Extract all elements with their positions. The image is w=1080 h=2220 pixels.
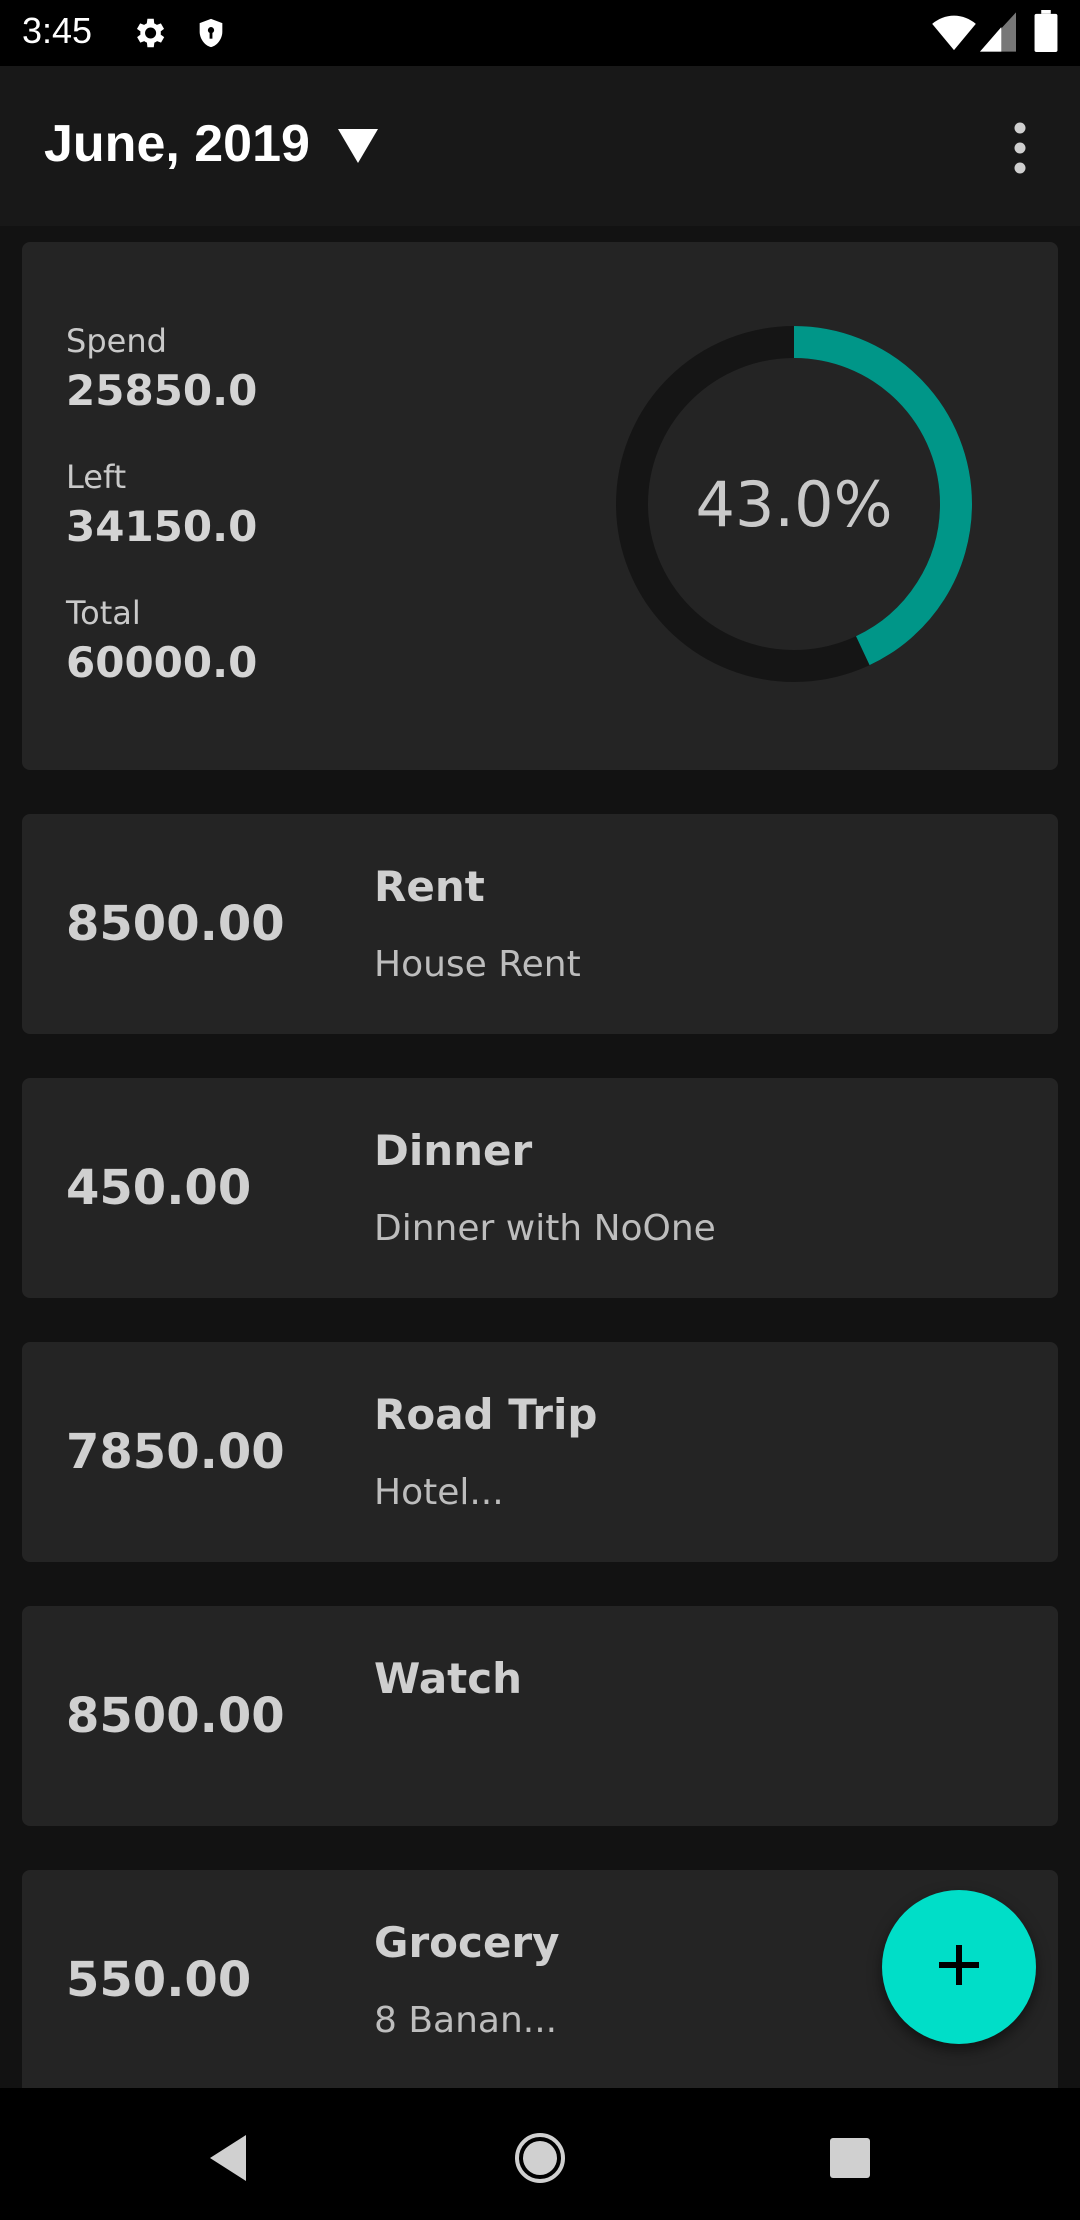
left-value: 34150.0 — [66, 502, 258, 551]
expense-amount: 8500.00 — [66, 1688, 285, 1744]
expense-title: Road Trip — [374, 1390, 598, 1439]
expense-amount: 550.00 — [66, 1952, 252, 2008]
expense-title: Grocery — [374, 1918, 560, 1967]
expense-title: Dinner — [374, 1126, 533, 1175]
expense-description: House Rent — [374, 944, 581, 985]
navigation-bar — [0, 2088, 1080, 2220]
budget-summary-card: Spend 25850.0 Left 34150.0 Total 60000.0… — [22, 242, 1058, 770]
total-label: Total — [66, 594, 141, 632]
left-label: Left — [66, 458, 127, 496]
expense-title: Rent — [374, 862, 485, 911]
expense-description: Dinner with NoOne — [374, 1208, 716, 1249]
plus-icon — [937, 1943, 981, 1991]
recents-icon[interactable] — [810, 2118, 890, 2198]
expense-description: Hotel... — [374, 1472, 504, 1513]
cellular-icon — [980, 12, 1016, 56]
app-bar: June, 2019 — [0, 66, 1080, 226]
spend-value: 25850.0 — [66, 366, 258, 415]
expense-card[interactable]: 8500.00 Rent House Rent — [22, 814, 1058, 1034]
expense-card[interactable]: 450.00 Dinner Dinner with NoOne — [22, 1078, 1058, 1298]
shield-icon — [194, 14, 228, 56]
spend-label: Spend — [66, 322, 167, 360]
spend-percent: 43.0% — [695, 467, 893, 541]
overflow-menu-icon[interactable] — [1000, 118, 1040, 178]
settings-icon — [130, 14, 168, 56]
battery-icon — [1034, 10, 1058, 56]
expense-description: 8 Banan... — [374, 2000, 558, 2041]
total-value: 60000.0 — [66, 638, 258, 687]
expense-card[interactable]: 8500.00 Watch — [22, 1606, 1058, 1826]
add-expense-button[interactable] — [882, 1890, 1036, 2044]
triangle-down-icon[interactable] — [338, 129, 378, 169]
expense-card[interactable]: 7850.00 Road Trip Hotel... — [22, 1342, 1058, 1562]
wifi-icon — [932, 12, 976, 56]
expense-amount: 450.00 — [66, 1160, 252, 1216]
expense-amount: 7850.00 — [66, 1424, 285, 1480]
back-icon[interactable] — [188, 2118, 268, 2198]
status-time: 3:45 — [22, 10, 93, 51]
month-selector[interactable]: June, 2019 — [44, 114, 310, 174]
home-icon[interactable] — [500, 2118, 580, 2198]
expense-title: Watch — [374, 1654, 523, 1703]
status-bar: 3:45 — [0, 0, 1080, 66]
expense-amount: 8500.00 — [66, 896, 285, 952]
